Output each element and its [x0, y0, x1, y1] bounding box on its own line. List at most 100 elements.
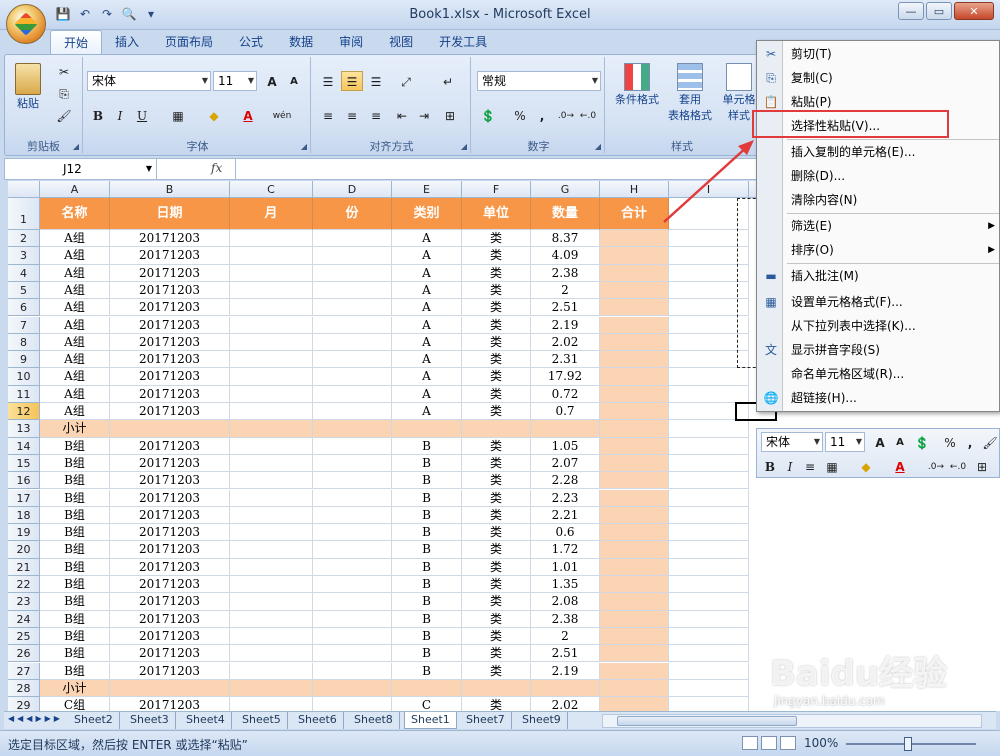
table-cell[interactable]: 20171203: [110, 385, 230, 403]
mini-format-painter-icon[interactable]: 🖌: [979, 432, 1000, 452]
menu-item[interactable]: ✂ 剪切(T): [757, 43, 1000, 65]
column-header-g[interactable]: G: [531, 181, 600, 198]
table-cell[interactable]: 2.31: [531, 351, 600, 369]
table-cell[interactable]: 0.72: [531, 385, 600, 403]
comma-button[interactable]: ,: [531, 105, 553, 125]
table-cell[interactable]: B组: [40, 506, 110, 525]
table-cell[interactable]: [600, 368, 669, 386]
mini-shrink-font-icon[interactable]: A: [889, 432, 911, 452]
table-cell[interactable]: [230, 576, 313, 594]
table-cell[interactable]: [230, 679, 313, 698]
row-header[interactable]: 5: [8, 281, 40, 300]
table-cell[interactable]: [230, 230, 313, 248]
borders-icon[interactable]: ▦: [167, 105, 189, 125]
table-cell[interactable]: [462, 420, 531, 438]
menu-item[interactable]: 清除内容(N): [757, 189, 1000, 211]
table-cell[interactable]: [313, 489, 392, 507]
table-cell[interactable]: [313, 627, 392, 646]
mini-size-combo[interactable]: 11 ▼: [825, 432, 865, 452]
table-cell[interactable]: 1.72: [531, 541, 600, 559]
table-cell[interactable]: [600, 645, 669, 663]
table-cell[interactable]: [230, 351, 313, 369]
menu-item[interactable]: ▬ 插入批注(M): [757, 265, 1000, 287]
table-cell[interactable]: 类: [462, 351, 531, 369]
table-cell[interactable]: B: [392, 506, 462, 525]
table-cell[interactable]: B组: [40, 454, 110, 473]
fill-color-icon[interactable]: ◆: [203, 105, 225, 125]
table-cell[interactable]: [600, 351, 669, 369]
table-cell[interactable]: [230, 420, 313, 438]
table-cell[interactable]: 2.51: [531, 299, 600, 317]
table-cell[interactable]: [600, 333, 669, 352]
menu-item[interactable]: 文显示拼音字段(S): [757, 339, 1000, 361]
table-cell[interactable]: [313, 593, 392, 611]
tab-insert[interactable]: 插入: [102, 30, 152, 54]
table-cell[interactable]: 类: [462, 610, 531, 628]
table-cell[interactable]: 20171203: [110, 576, 230, 594]
table-cell[interactable]: B: [392, 627, 462, 646]
table-cell[interactable]: [531, 679, 600, 698]
table-cell[interactable]: [313, 247, 392, 265]
table-cell[interactable]: C组: [40, 697, 110, 711]
table-cell[interactable]: B组: [40, 437, 110, 455]
table-cell[interactable]: [392, 420, 462, 438]
horizontal-scrollbar[interactable]: [602, 714, 982, 728]
align-left-icon[interactable]: ≡: [317, 105, 339, 125]
table-cell[interactable]: [313, 454, 392, 473]
table-cell[interactable]: 类: [462, 627, 531, 646]
table-cell[interactable]: [600, 627, 669, 646]
mini-italic-icon[interactable]: I: [779, 456, 801, 476]
table-cell[interactable]: B: [392, 558, 462, 576]
column-header-d[interactable]: D: [313, 181, 392, 198]
row-header[interactable]: 11: [8, 385, 40, 403]
table-cell[interactable]: 类: [462, 385, 531, 403]
table-cell[interactable]: 20171203: [110, 403, 230, 421]
orientation-icon[interactable]: ⤢: [395, 71, 417, 91]
table-cell[interactable]: 类: [462, 506, 531, 525]
table-cell[interactable]: 20171203: [110, 299, 230, 317]
table-cell[interactable]: 类: [462, 541, 531, 559]
table-cell[interactable]: [230, 558, 313, 576]
table-cell[interactable]: A组: [40, 316, 110, 334]
table-cell[interactable]: [230, 472, 313, 490]
table-cell[interactable]: C: [392, 697, 462, 711]
table-cell[interactable]: [669, 576, 749, 594]
top-align-icon[interactable]: ☰: [317, 71, 339, 91]
table-cell[interactable]: [600, 541, 669, 559]
table-cell[interactable]: 20171203: [110, 472, 230, 490]
table-cell[interactable]: 20171203: [110, 627, 230, 646]
menu-item[interactable]: 命名单元格区域(R)...: [757, 363, 1000, 385]
font-color-icon[interactable]: A: [237, 105, 259, 125]
table-cell[interactable]: 0.7: [531, 403, 600, 421]
align-center-icon[interactable]: ≡: [341, 105, 363, 125]
table-cell[interactable]: [600, 558, 669, 576]
table-cell[interactable]: [669, 524, 749, 542]
table-cell[interactable]: B: [392, 610, 462, 628]
table-cell[interactable]: 17.92: [531, 368, 600, 386]
mini-increase-decimal-icon[interactable]: .0→: [925, 456, 947, 476]
table-cell[interactable]: A组: [40, 351, 110, 369]
table-cell[interactable]: 类: [462, 437, 531, 455]
table-cell[interactable]: [531, 420, 600, 438]
table-cell[interactable]: 20171203: [110, 593, 230, 611]
table-cell[interactable]: [313, 697, 392, 711]
table-cell[interactable]: [600, 662, 669, 680]
table-cell[interactable]: [313, 558, 392, 576]
table-cell[interactable]: [230, 627, 313, 646]
table-cell[interactable]: B组: [40, 541, 110, 559]
row-header[interactable]: 13: [8, 420, 40, 438]
table-cell[interactable]: 类: [462, 593, 531, 611]
table-cell[interactable]: A: [392, 351, 462, 369]
insert-function-icon[interactable]: fx: [211, 161, 222, 175]
row-header[interactable]: 22: [8, 576, 40, 594]
column-header-h[interactable]: H: [600, 181, 669, 198]
table-cell[interactable]: [230, 541, 313, 559]
table-cell[interactable]: 类: [462, 403, 531, 421]
table-cell[interactable]: 20171203: [110, 316, 230, 334]
row-header[interactable]: 10: [8, 368, 40, 386]
table-cell[interactable]: [600, 506, 669, 525]
table-cell[interactable]: 类: [462, 230, 531, 248]
table-cell[interactable]: A组: [40, 247, 110, 265]
table-cell[interactable]: B组: [40, 627, 110, 646]
table-cell[interactable]: B: [392, 472, 462, 490]
